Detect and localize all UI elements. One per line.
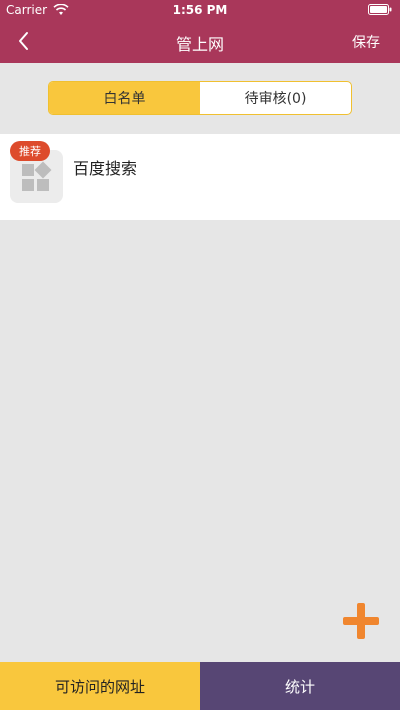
battery-icon <box>368 4 392 15</box>
list-item-title: 百度搜索 <box>73 159 138 178</box>
nav-bar: 管上网 保存 <box>0 20 400 63</box>
header: Carrier 1:56 PM 管上网 保存 <box>0 0 400 63</box>
statistics-button[interactable]: 统计 <box>200 662 400 710</box>
list-item[interactable] <box>0 134 400 220</box>
bottom-bar: 可访问的网址 统计 <box>0 662 400 710</box>
status-bar: Carrier 1:56 PM <box>0 0 400 20</box>
plus-icon[interactable] <box>343 603 379 639</box>
segmented-control: 白名单 待审核(0) <box>48 81 352 115</box>
recommend-badge: 推荐 <box>10 141 50 161</box>
page-title: 管上网 <box>175 35 224 54</box>
tab-pending-review[interactable]: 待审核(0) <box>200 82 351 114</box>
save-button[interactable]: 保存 <box>352 32 380 52</box>
tab-whitelist[interactable]: 白名单 <box>49 82 200 114</box>
accessible-urls-button[interactable]: 可访问的网址 <box>0 662 200 710</box>
status-time: 1:56 PM <box>172 3 228 17</box>
